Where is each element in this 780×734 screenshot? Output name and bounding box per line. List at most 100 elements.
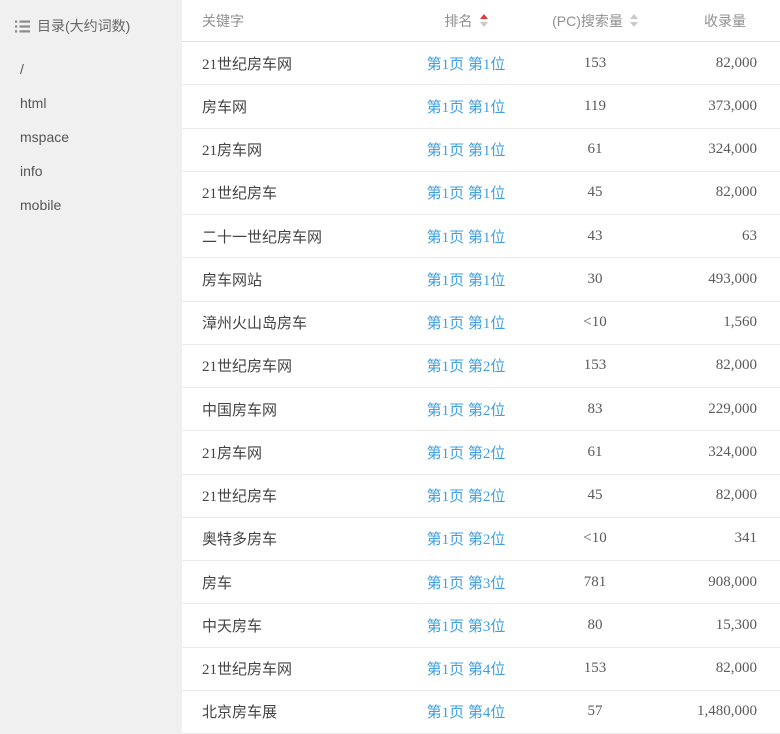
- table-row: 21世纪房车网 第1页 第4位 153 82,000: [182, 648, 780, 691]
- pc-search-volume-cell: 153: [536, 357, 654, 374]
- table-row: 中天房车 第1页 第3位 80 15,300: [182, 604, 780, 647]
- col-header-pc-search[interactable]: (PC)搜索量: [536, 11, 654, 31]
- keyword-cell: 21世纪房车网: [182, 53, 396, 74]
- rank-link[interactable]: 第1页 第1位: [427, 96, 506, 117]
- keyword-cell: 二十一世纪房车网: [182, 226, 396, 247]
- table-body: 21世纪房车网 第1页 第1位 153 82,000 房车网 第1页 第1位 1…: [182, 42, 780, 734]
- rank-link[interactable]: 第1页 第2位: [427, 399, 506, 420]
- rank-link[interactable]: 第1页 第2位: [427, 528, 506, 549]
- rank-link[interactable]: 第1页 第2位: [427, 442, 506, 463]
- pc-search-volume-cell: 119: [536, 98, 654, 115]
- pc-search-volume-cell: 57: [536, 703, 654, 720]
- pc-search-volume-cell: 80: [536, 617, 654, 634]
- sidebar-item[interactable]: info: [0, 154, 182, 188]
- pc-search-volume-cell: <10: [536, 530, 654, 547]
- indexed-count-cell: 82,000: [654, 55, 780, 72]
- sidebar-item-label: info: [20, 163, 43, 179]
- rank-link[interactable]: 第1页 第3位: [427, 615, 506, 636]
- keyword-cell: 21房车网: [182, 139, 396, 160]
- rank-link[interactable]: 第1页 第2位: [427, 485, 506, 506]
- sidebar-item-label: /: [20, 61, 24, 77]
- table-row: 北京房车展 第1页 第4位 57 1,480,000: [182, 691, 780, 734]
- sort-desc-icon[interactable]: [480, 22, 488, 27]
- sidebar-item-label: mobile: [20, 197, 61, 213]
- keyword-cell: 中天房车: [182, 615, 396, 636]
- pc-search-volume-cell: 153: [536, 55, 654, 72]
- indexed-count-cell: 82,000: [654, 487, 780, 504]
- sort-asc-icon[interactable]: [480, 14, 488, 19]
- indexed-count-cell: 1,560: [654, 314, 780, 331]
- pc-search-volume-cell: 153: [536, 660, 654, 677]
- rank-link[interactable]: 第1页 第3位: [427, 572, 506, 593]
- table-row: 房车网 第1页 第1位 119 373,000: [182, 85, 780, 128]
- sidebar-item[interactable]: mspace: [0, 120, 182, 154]
- indexed-count-cell: 1,480,000: [654, 703, 780, 720]
- table-header-row: 关键字 排名 (PC)搜索量 收录量: [182, 0, 780, 42]
- sort-control-rank[interactable]: [480, 14, 488, 27]
- rank-link[interactable]: 第1页 第4位: [427, 658, 506, 679]
- table-row: 房车 第1页 第3位 781 908,000: [182, 561, 780, 604]
- rank-link[interactable]: 第1页 第2位: [427, 355, 506, 376]
- sidebar: 目录(大约词数) / html mspace info: [0, 0, 182, 734]
- col-header-rank[interactable]: 排名: [396, 11, 536, 31]
- keyword-cell: 房车: [182, 572, 396, 593]
- table-row: 21世纪房车 第1页 第2位 45 82,000: [182, 475, 780, 518]
- col-header-indexed: 收录量: [654, 11, 780, 31]
- pc-search-volume-cell: 45: [536, 487, 654, 504]
- indexed-count-cell: 63: [654, 228, 780, 245]
- rank-link[interactable]: 第1页 第1位: [427, 269, 506, 290]
- table-row: 漳州火山岛房车 第1页 第1位 <10 1,560: [182, 302, 780, 345]
- sidebar-item[interactable]: /: [0, 52, 182, 86]
- indexed-count-cell: 373,000: [654, 98, 780, 115]
- keyword-cell: 21世纪房车网: [182, 355, 396, 376]
- pc-search-volume-cell: 83: [536, 401, 654, 418]
- keyword-cell: 21世纪房车: [182, 182, 396, 203]
- rank-link[interactable]: 第1页 第1位: [427, 139, 506, 160]
- indexed-count-cell: 229,000: [654, 401, 780, 418]
- indexed-count-cell: 324,000: [654, 141, 780, 158]
- rank-link[interactable]: 第1页 第4位: [427, 701, 506, 722]
- table-row: 奥特多房车 第1页 第2位 <10 341: [182, 518, 780, 561]
- col-header-keyword-label: 关键字: [202, 11, 244, 31]
- table-row: 二十一世纪房车网 第1页 第1位 43 63: [182, 215, 780, 258]
- indexed-count-cell: 341: [654, 530, 780, 547]
- col-header-rank-label: 排名: [445, 11, 473, 31]
- rank-link[interactable]: 第1页 第1位: [427, 182, 506, 203]
- app-window: 目录(大约词数) / html mspace info: [0, 0, 780, 734]
- pc-search-volume-cell: 43: [536, 228, 654, 245]
- indexed-count-cell: 324,000: [654, 444, 780, 461]
- table-row: 中国房车网 第1页 第2位 83 229,000: [182, 388, 780, 431]
- rank-link[interactable]: 第1页 第1位: [427, 53, 506, 74]
- sidebar-item-label: mspace: [20, 129, 69, 145]
- pc-search-volume-cell: 61: [536, 141, 654, 158]
- keyword-cell: 中国房车网: [182, 399, 396, 420]
- table-row: 21世纪房车 第1页 第1位 45 82,000: [182, 172, 780, 215]
- table-row: 房车网站 第1页 第1位 30 493,000: [182, 258, 780, 301]
- sidebar-header: 目录(大约词数): [0, 0, 182, 44]
- col-header-pc-search-label: (PC)搜索量: [552, 11, 623, 31]
- sidebar-item[interactable]: html: [0, 86, 182, 120]
- col-header-indexed-label: 收录量: [704, 11, 746, 31]
- indexed-count-cell: 15,300: [654, 617, 780, 634]
- keyword-cell: 21世纪房车: [182, 485, 396, 506]
- keyword-cell: 房车网: [182, 96, 396, 117]
- indexed-count-cell: 82,000: [654, 660, 780, 677]
- col-header-keyword: 关键字: [182, 11, 396, 31]
- pc-search-volume-cell: 781: [536, 574, 654, 591]
- keyword-rank-table: 关键字 排名 (PC)搜索量 收录量: [182, 0, 780, 734]
- rank-link[interactable]: 第1页 第1位: [427, 226, 506, 247]
- sort-desc-icon[interactable]: [630, 22, 638, 27]
- sidebar-item-label: html: [20, 95, 46, 111]
- keyword-cell: 21世纪房车网: [182, 658, 396, 679]
- pc-search-volume-cell: 30: [536, 271, 654, 288]
- pc-search-volume-cell: 45: [536, 184, 654, 201]
- rank-link[interactable]: 第1页 第1位: [427, 312, 506, 333]
- sort-control-pc-search[interactable]: [630, 14, 638, 27]
- sidebar-item[interactable]: mobile: [0, 188, 182, 222]
- sort-asc-icon[interactable]: [630, 14, 638, 19]
- table-row: 21房车网 第1页 第1位 61 324,000: [182, 129, 780, 172]
- indexed-count-cell: 908,000: [654, 574, 780, 591]
- indexed-count-cell: 82,000: [654, 184, 780, 201]
- indexed-count-cell: 82,000: [654, 357, 780, 374]
- sidebar-title: 目录(大约词数): [37, 16, 130, 36]
